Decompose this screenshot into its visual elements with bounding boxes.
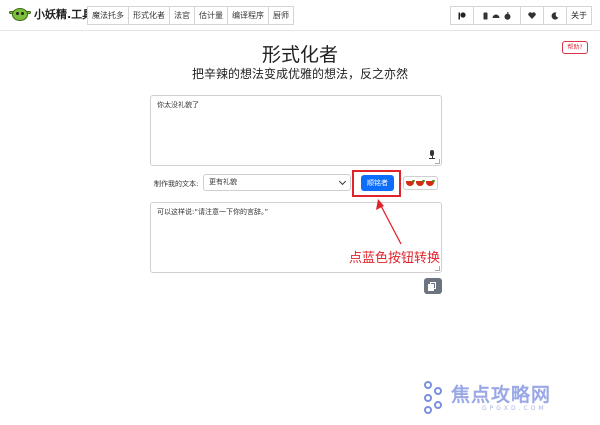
patreon-button[interactable]: [450, 6, 474, 25]
apple-icon: [504, 11, 511, 20]
about-button[interactable]: 关于: [566, 6, 592, 25]
output-text: 可以这样说:“请注意一下你的言辞。”: [157, 208, 269, 216]
patreon-icon: [458, 12, 466, 20]
chili-pepper-icon: [426, 180, 435, 186]
page-title: 形式化者: [261, 44, 338, 66]
watermark-subtext: GPGXD.COM: [482, 405, 547, 412]
chili-pepper-icon: [406, 180, 415, 186]
copy-icon-front: [428, 284, 434, 291]
convert-button[interactable]: 顺铭者: [361, 175, 394, 191]
phone-icon: [483, 12, 488, 19]
nav-right-controls: 关于: [450, 6, 592, 25]
watermark-text: 焦点攻略网: [451, 384, 552, 406]
site-watermark: 焦点攻略网 GPGXD.COM: [422, 378, 592, 418]
chevron-down-icon: [338, 177, 347, 186]
tone-select[interactable]: 更有礼貌: [203, 174, 351, 191]
brand[interactable]: 小妖精.工具: [9, 6, 94, 22]
annotation-text: 点蓝色按钮转换: [349, 251, 441, 266]
input-textarea[interactable]: 你太没礼貌了: [150, 95, 442, 166]
tab-chef[interactable]: 厨师: [268, 6, 294, 25]
make-text-label: 制作我的文本:: [154, 180, 199, 188]
dark-mode-toggle[interactable]: [543, 6, 567, 25]
tab-estimator[interactable]: 估计量: [194, 6, 228, 25]
tone-select-value: 更有礼貌: [209, 178, 237, 186]
tool-tabs: 魔法托多 形式化者 法官 估计量 编译程序 厨师: [87, 6, 294, 25]
brand-name: 小妖精.工具: [34, 8, 94, 21]
resize-grip-icon[interactable]: [435, 266, 440, 271]
spice-level-button[interactable]: [403, 176, 438, 190]
tab-compiler[interactable]: 编译程序: [227, 6, 269, 25]
tab-judge[interactable]: 法官: [169, 6, 195, 25]
goblin-logo-icon: [9, 6, 31, 22]
chili-pepper-icon: [416, 180, 425, 186]
microphone-icon[interactable]: [429, 150, 435, 159]
tab-magic-todo[interactable]: 魔法托多: [87, 6, 129, 25]
input-text: 你太没礼貌了: [157, 101, 199, 109]
top-navbar: 小妖精.工具 魔法托多 形式化者 法官 估计量 编译程序 厨师 关于: [0, 0, 600, 31]
heart-icon: [528, 12, 536, 19]
moon-icon: [551, 12, 559, 20]
resize-grip-icon[interactable]: [435, 159, 440, 164]
favorite-button[interactable]: [520, 6, 544, 25]
copy-button[interactable]: [424, 278, 442, 294]
android-icon: [492, 14, 500, 18]
page-subtitle: 把辛辣的想法变成优雅的想法，反之亦然: [191, 67, 408, 81]
tab-formalizer[interactable]: 形式化者: [128, 6, 170, 25]
watermark-logo-icon: [424, 381, 446, 415]
mobile-apps-button[interactable]: [473, 6, 521, 25]
